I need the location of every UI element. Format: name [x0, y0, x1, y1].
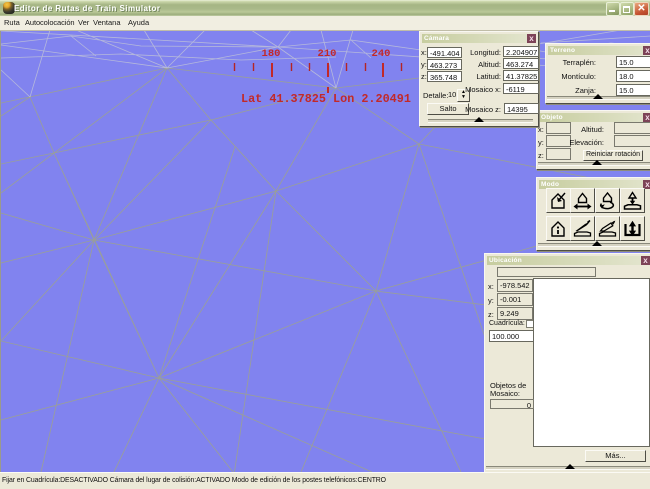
svg-text:210: 210 [318, 48, 337, 60]
svg-text:240: 240 [372, 48, 391, 60]
svg-text:Lat 41.37825 Lon 2.20491: Lat 41.37825 Lon 2.20491 [241, 92, 411, 106]
svg-text:180: 180 [262, 48, 281, 60]
